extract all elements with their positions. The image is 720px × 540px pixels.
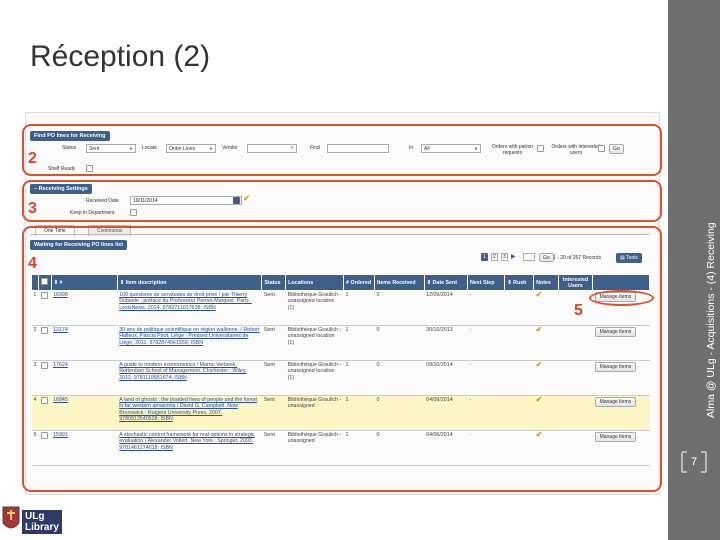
marker-2: 2: [28, 150, 37, 167]
annotation-frame-list: [22, 226, 662, 492]
annotation-frame-settings: [22, 180, 662, 222]
marker-3: 3: [28, 200, 37, 217]
marker-5: 5: [574, 302, 583, 319]
side-label: Alma @ ULg - Acquisitions - (4) Receivin…: [705, 222, 717, 418]
annotation-frame-find: [22, 124, 662, 176]
logo-line-2: Library: [25, 522, 59, 533]
logo-line-1: ULg: [25, 511, 45, 522]
marker-4: 4: [28, 255, 37, 272]
page-number: 7: [690, 456, 698, 468]
annotation-ellipse-manage-items: [589, 290, 654, 306]
ulg-crest-icon: [2, 506, 20, 529]
slide-title: Réception (2): [30, 40, 211, 73]
ulg-library-logo: ULg Library: [0, 500, 66, 540]
